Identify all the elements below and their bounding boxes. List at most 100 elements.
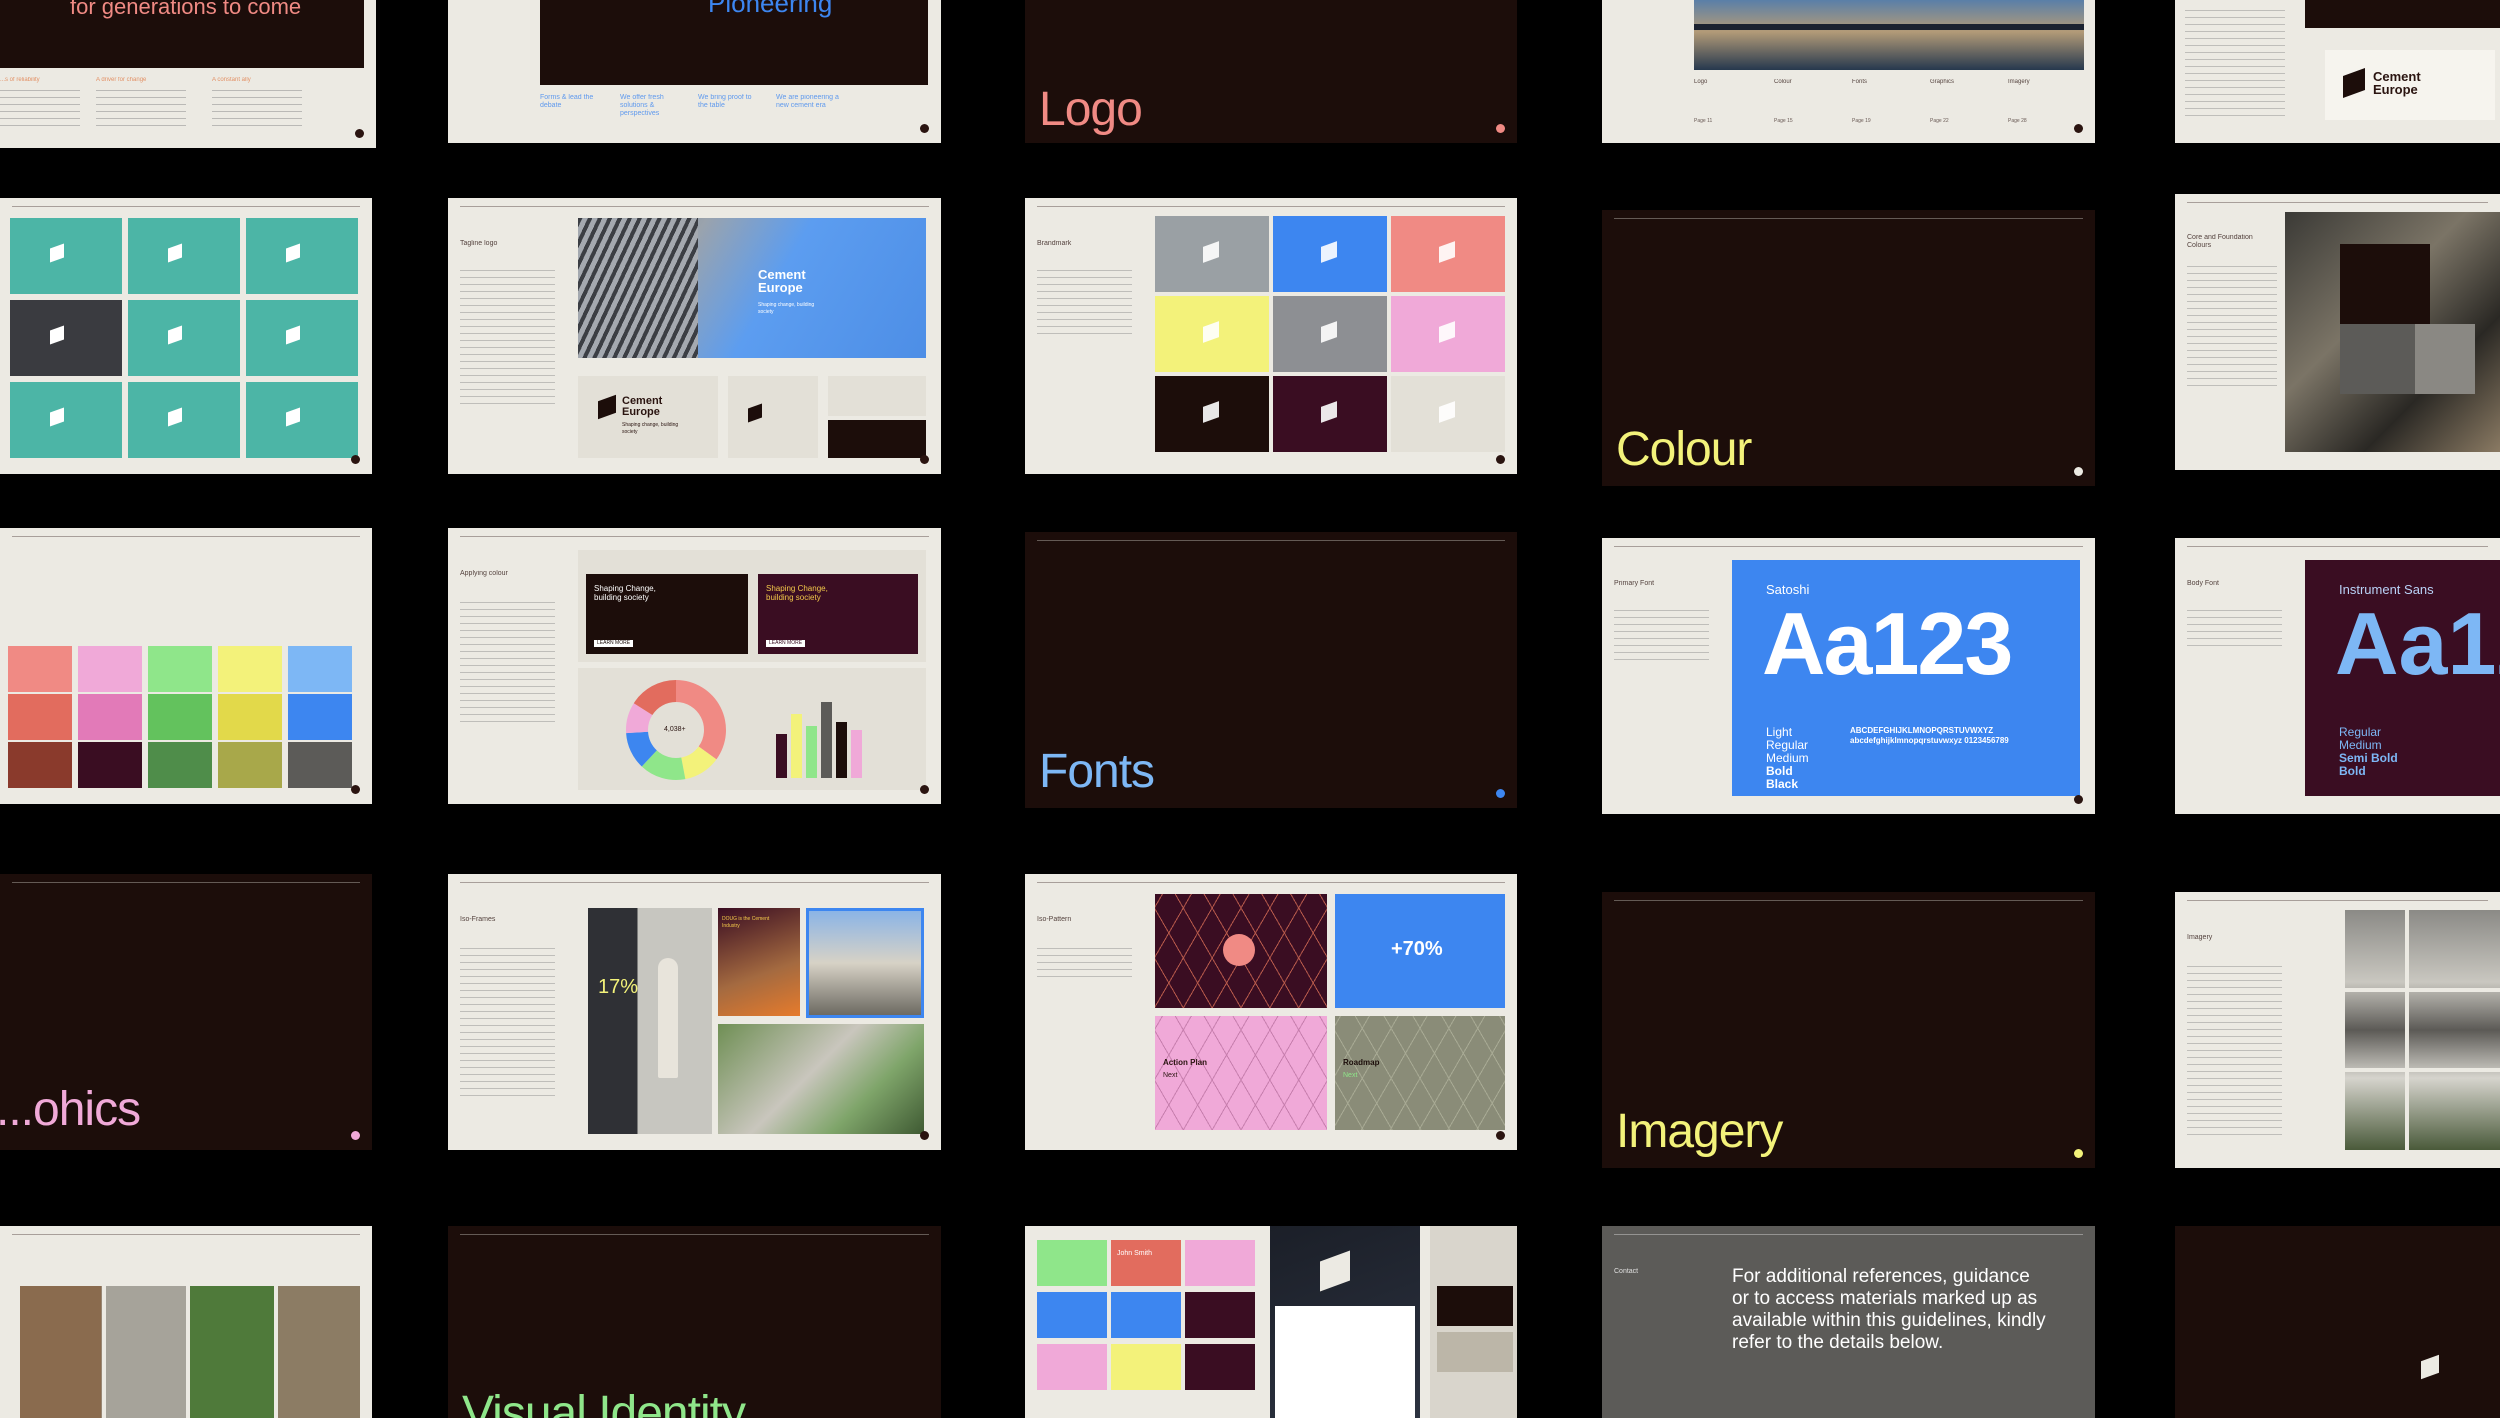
section-title: Visual Identity <box>462 1387 746 1418</box>
pattern-tile-grey: Roadmap Next <box>1335 1016 1505 1130</box>
slide-r2-c5[interactable]: Core and Foundation Colours <box>2175 194 2500 470</box>
slide-r5-c3[interactable]: John Smith <box>1025 1226 1517 1418</box>
slide-heading: Applying colour <box>460 570 508 577</box>
bar <box>836 722 847 778</box>
slide-r2-c4[interactable]: Colour <box>1602 210 2095 486</box>
toc-label: Fonts <box>1852 79 1868 85</box>
bar <box>806 726 817 778</box>
slide-r1-c3[interactable]: Logo <box>1025 0 1517 143</box>
pillar-text: We bring proof to the table <box>698 94 752 109</box>
slide-r1-c1[interactable]: for generations to come ...s of reliabil… <box>0 0 376 148</box>
brand-mark-icon <box>50 243 64 263</box>
brand-mark-icon <box>1496 455 1505 464</box>
slide-heading: Pioneering <box>708 0 833 18</box>
logo-tile <box>10 218 122 294</box>
colour-swatch <box>218 598 282 644</box>
slide-r2-c3[interactable]: Brandmark <box>1025 198 1517 474</box>
skywalk-photo <box>806 908 924 1018</box>
brand-mark-icon <box>1321 401 1337 423</box>
brand-mark-icon <box>2074 1149 2083 1158</box>
pillar-text: Forms & lead the debate <box>540 94 594 109</box>
slide-r4-c4[interactable]: Imagery <box>1602 892 2095 1168</box>
business-card <box>1185 1240 1255 1286</box>
learn-more-button[interactable]: LEARN MORE <box>594 640 634 647</box>
brand-mark-icon <box>1439 401 1455 423</box>
colour-swatch <box>288 742 352 788</box>
slide-heading: Tagline logo <box>460 240 498 247</box>
slide-r3-c5[interactable]: Body Font Instrument Sans Aa12 RegularMe… <box>2175 538 2500 814</box>
slide-r5-c1[interactable] <box>0 1226 372 1418</box>
slide-heading: Brandmark <box>1037 240 1072 247</box>
weight-list: Regular Medium Semi Bold Bold <box>2339 726 2449 778</box>
logo-tile <box>128 382 240 458</box>
slide-r1-c4[interactable]: Logo Colour Fonts Graphics Imagery Page … <box>1602 0 2095 143</box>
brandmark-tile <box>1273 376 1387 452</box>
slide-r1-c2[interactable]: Pioneering Forms & lead the debate We of… <box>448 0 941 143</box>
character-set: ABCDEFGHIJKLMNOPQRSTUVWXYZ abcdefghijklm… <box>1850 726 2009 745</box>
slide-r5-c4[interactable]: Contact For additional references, guida… <box>1602 1226 2095 1418</box>
page-ref: Page 28 <box>2008 118 2027 124</box>
imagery-grid <box>2345 910 2500 1150</box>
slide-r3-c4[interactable]: Primary Font Satoshi Aa123 Light Regular M… <box>1602 538 2095 814</box>
toc-label: Graphics <box>1930 79 1955 85</box>
brand-mark-icon <box>355 129 364 138</box>
pillar-text: We are pioneering a new cement era <box>776 94 839 109</box>
slide-r4-c1[interactable]: ...ohics <box>0 874 372 1150</box>
donut-slice <box>676 680 726 760</box>
colour-swatch <box>148 646 212 692</box>
pillar-text: We offer fresh solutions & perspectives <box>620 94 664 117</box>
brand-mark-icon <box>1203 321 1219 343</box>
bar <box>776 734 787 778</box>
slide-r4-c3[interactable]: Iso-Pattern +70% Action Plan Next Roadma… <box>1025 874 1517 1150</box>
next-link[interactable]: Next <box>1343 1072 1357 1079</box>
slide-r3-c3[interactable]: Fonts <box>1025 532 1517 808</box>
tile-label: Roadmap <box>1343 1058 1380 1067</box>
brandmark-tile <box>1155 376 1269 452</box>
colour-swatch <box>8 598 72 644</box>
font-weight-label: Black <box>1766 777 1799 791</box>
slide-heading: Imagery <box>2187 934 2213 941</box>
slide-r3-c2[interactable]: Applying colour Shaping Change, building… <box>448 528 941 804</box>
colour-swatch <box>8 694 72 740</box>
card-text: Shaping Change, building society <box>594 584 656 602</box>
colour-swatch <box>218 646 282 692</box>
colour-swatch <box>148 742 212 788</box>
next-link[interactable]: Next <box>1163 1072 1177 1079</box>
brand-mark-icon <box>1203 401 1219 423</box>
bar <box>851 730 862 778</box>
brand-mark-icon <box>351 455 360 464</box>
slide-r1-c5[interactable]: Cement Europe <box>2175 0 2500 143</box>
learn-more-button[interactable]: LEARN MORE <box>766 640 806 647</box>
photo-caption: DOUG is the Cement Industry <box>722 916 770 929</box>
brand-mark-icon <box>286 407 300 427</box>
logo-on-photo: Cement Europe <box>758 267 806 295</box>
brand-mark-icon <box>1496 1131 1505 1140</box>
brand-mark-icon <box>1439 321 1455 343</box>
brandmark-tile <box>1155 216 1269 292</box>
slide-r5-c2[interactable]: Visual Identity <box>448 1226 941 1418</box>
stat-percent: 17% <box>598 976 639 998</box>
slide-r2-c2[interactable]: Tagline logo Cement Europe Shaping chang… <box>448 198 941 474</box>
sample-card-plum: Shaping Change, building society LEARN M… <box>758 574 918 654</box>
page-ref: Page 15 <box>1774 118 1793 124</box>
colour-swatch <box>288 646 352 692</box>
section-title: ...ohics <box>0 1083 141 1136</box>
slide-r5-c5[interactable] <box>2175 1226 2500 1418</box>
font-sample: Aa123 <box>1762 594 2013 693</box>
section-title: Logo <box>1039 83 1143 136</box>
slide-r3-c1[interactable] <box>0 528 372 804</box>
section-title: Imagery <box>1616 1105 1783 1158</box>
brand-mark-icon <box>168 407 182 427</box>
slide-r2-c1[interactable] <box>0 198 372 474</box>
brand-mark-icon <box>1321 321 1337 343</box>
colour-swatch <box>218 742 282 788</box>
slide-r4-c2[interactable]: Iso-Frames 17% DOUG is the Cement Indust… <box>448 874 941 1150</box>
bar-graphic <box>776 698 876 778</box>
brand-mark-icon <box>2074 467 2083 476</box>
slide-r4-c5[interactable]: Imagery <box>2175 892 2500 1168</box>
brand-mark-icon <box>286 325 300 345</box>
toc-label: Colour <box>1774 79 1792 85</box>
slide-heading: Iso-Frames <box>460 916 496 923</box>
logo-lockup: Cement Europe <box>2325 50 2495 120</box>
slide-heading: Iso-Pattern <box>1037 916 1072 923</box>
